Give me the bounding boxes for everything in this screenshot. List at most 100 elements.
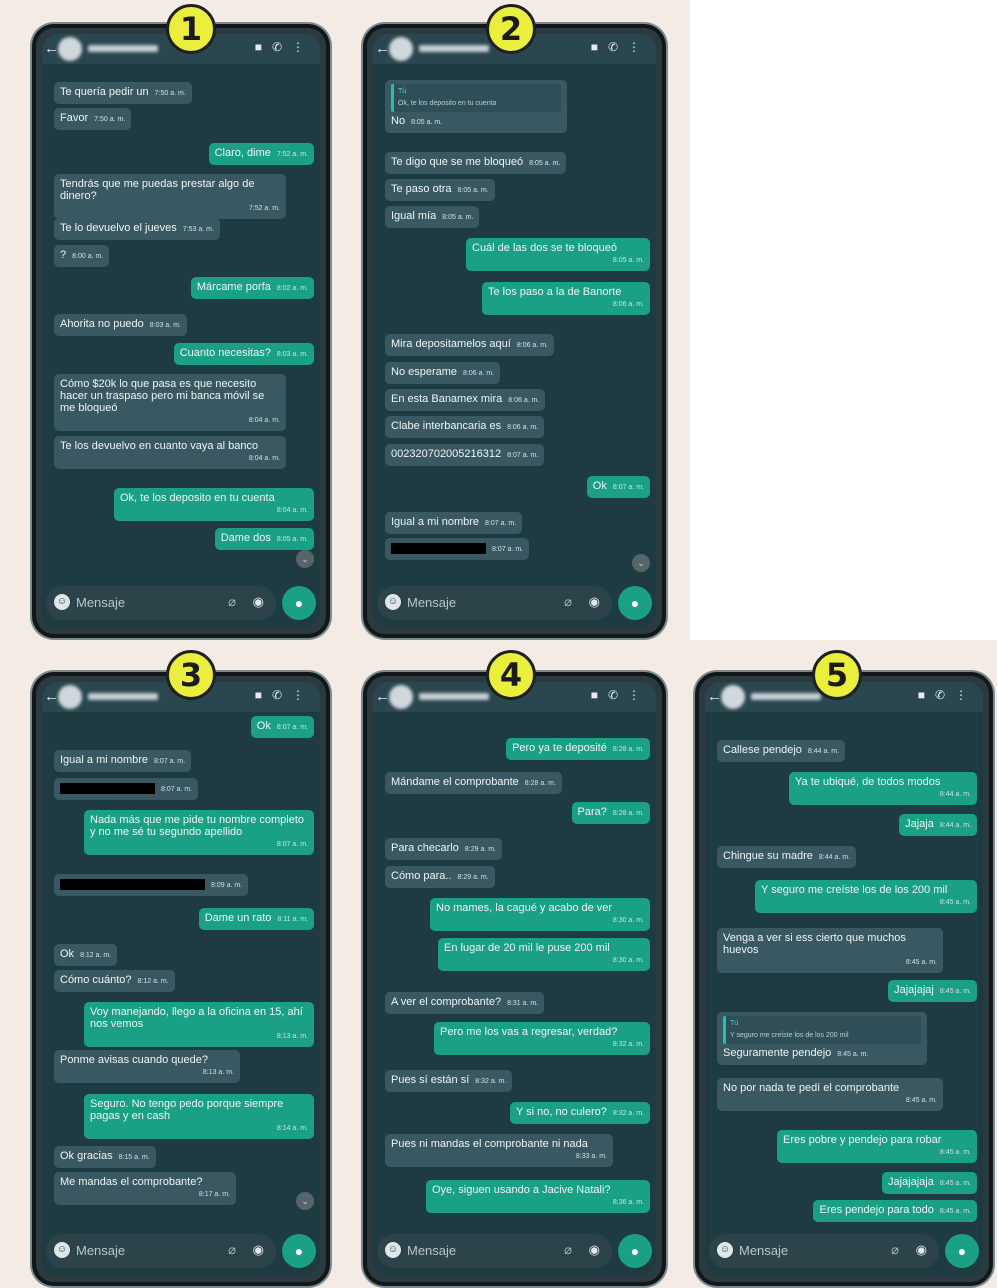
message-incoming: Favor 7:50 a. m. — [54, 108, 132, 130]
camera-icon[interactable]: ◉ — [253, 594, 264, 610]
redaction-bar — [60, 782, 155, 794]
microphone-icon[interactable]: ● — [618, 586, 652, 620]
message-input[interactable]: ☺ Mensaje ⌀ ◉ — [46, 586, 276, 620]
contact-name-redacted[interactable] — [88, 693, 158, 700]
message-incoming: Igual mía 8:05 a. m. — [385, 206, 480, 228]
message-incoming: Te lo devuelvo el jueves 7:53 a. m. — [54, 218, 220, 240]
contact-avatar[interactable] — [721, 685, 745, 709]
message-text: Cuál de las dos se te bloqueó — [472, 242, 617, 254]
camera-icon[interactable]: ◉ — [916, 1242, 927, 1258]
contact-name-redacted[interactable] — [419, 693, 489, 700]
attach-icon[interactable]: ⌀ — [228, 1242, 236, 1258]
more-options-icon[interactable]: ⋮ — [292, 688, 314, 702]
message-text: Ponme avisas cuando quede? — [60, 1054, 208, 1066]
message-outgoing: Para? 8:28 a. m. — [571, 802, 650, 824]
contact-avatar[interactable] — [389, 37, 413, 61]
contact-name-redacted[interactable] — [88, 45, 158, 52]
video-call-icon[interactable]: ■ — [918, 688, 935, 702]
voice-call-icon[interactable]: ✆ — [608, 40, 628, 54]
attach-icon[interactable]: ⌀ — [891, 1242, 899, 1258]
contact-avatar[interactable] — [58, 685, 82, 709]
header-icons: ■✆⋮ — [591, 40, 650, 54]
message-text: Jajaja — [905, 818, 934, 830]
emoji-icon[interactable]: ☺ — [717, 1242, 733, 1258]
message-time: 8:03 a. m. — [276, 351, 308, 358]
more-options-icon[interactable]: ⋮ — [292, 40, 314, 54]
contact-avatar[interactable] — [58, 37, 82, 61]
back-arrow-icon[interactable]: ← — [375, 688, 390, 705]
composer-bar: ☺ Mensaje ⌀ ◉ ● — [377, 586, 652, 620]
emoji-icon[interactable]: ☺ — [385, 1242, 401, 1258]
message-text: Te los paso a la de Banorte — [488, 286, 622, 298]
phone-screenshot-4: ← ■✆⋮ Pero ya te deposité 8:28 a. m. Mánd… — [363, 672, 666, 1286]
video-call-icon[interactable]: ■ — [255, 688, 272, 702]
message-text: Eres pendejo para todo — [819, 1204, 934, 1216]
camera-icon[interactable]: ◉ — [253, 1242, 264, 1258]
message-time: 8:30 a. m. — [612, 917, 644, 924]
message-outgoing: Claro, dime 7:52 a. m. — [208, 143, 314, 165]
message-time: 8:28 a. m. — [612, 810, 644, 817]
back-arrow-icon[interactable]: ← — [44, 40, 59, 57]
message-time: 8:36 a. m. — [612, 1199, 644, 1206]
back-arrow-icon[interactable]: ← — [44, 688, 59, 705]
message-input[interactable]: ☺ Mensaje ⌀ ◉ — [377, 1234, 612, 1268]
attach-icon[interactable]: ⌀ — [564, 594, 572, 610]
camera-icon[interactable]: ◉ — [589, 594, 600, 610]
more-options-icon[interactable]: ⋮ — [955, 688, 977, 702]
step-badge-5: 5 — [812, 650, 862, 700]
message-time: 8:07 a. m. — [161, 786, 193, 793]
message-input[interactable]: ☺ Mensaje ⌀ ◉ — [709, 1234, 939, 1268]
microphone-icon[interactable]: ● — [945, 1234, 979, 1268]
step-badge-4: 4 — [486, 650, 536, 700]
message-time: 8:05 a. m. — [276, 536, 308, 543]
more-options-icon[interactable]: ⋮ — [628, 688, 650, 702]
scroll-down-icon[interactable]: ⌄ — [296, 550, 314, 568]
microphone-icon[interactable]: ● — [282, 586, 316, 620]
contact-name-redacted[interactable] — [751, 693, 821, 700]
microphone-icon[interactable]: ● — [618, 1234, 652, 1268]
scroll-down-icon[interactable]: ⌄ — [632, 554, 650, 572]
message-incoming: Te los devuelvo en cuanto vaya al banco 8… — [54, 436, 286, 469]
voice-call-icon[interactable]: ✆ — [272, 40, 292, 54]
message-text: Ahorita no puedo — [60, 318, 144, 330]
emoji-icon[interactable]: ☺ — [54, 594, 70, 610]
scroll-down-icon[interactable]: ⌄ — [296, 1192, 314, 1210]
message-incoming: Tendrás que me puedas prestar algo de di… — [54, 174, 286, 219]
message-incoming-redacted: 8:07 a. m. — [54, 778, 199, 800]
message-incoming: Te digo que se me bloqueó 8:05 a. m. — [385, 152, 567, 174]
contact-avatar[interactable] — [389, 685, 413, 709]
video-call-icon[interactable]: ■ — [591, 688, 608, 702]
attach-icon[interactable]: ⌀ — [564, 1242, 572, 1258]
message-placeholder: Mensaje — [76, 595, 126, 610]
header-icons: ■✆⋮ — [591, 688, 650, 702]
voice-call-icon[interactable]: ✆ — [935, 688, 955, 702]
camera-icon[interactable]: ◉ — [589, 1242, 600, 1258]
attach-icon[interactable]: ⌀ — [228, 594, 236, 610]
voice-call-icon[interactable]: ✆ — [272, 688, 292, 702]
emoji-icon[interactable]: ☺ — [54, 1242, 70, 1258]
back-arrow-icon[interactable]: ← — [707, 688, 722, 705]
message-input[interactable]: ☺ Mensaje ⌀ ◉ — [46, 1234, 276, 1268]
message-time: 8:12 a. m. — [137, 978, 169, 985]
more-options-icon[interactable]: ⋮ — [628, 40, 650, 54]
emoji-icon[interactable]: ☺ — [385, 594, 401, 610]
message-text: Y si no, no culero? — [515, 1106, 607, 1118]
message-input[interactable]: ☺ Mensaje ⌀ ◉ — [377, 586, 612, 620]
chat-screen: ← ■✆⋮ Ok 8:07 a. m. Igual a mi nombre 8:07… — [42, 682, 320, 1276]
message-time: 8:44 a. m. — [939, 822, 971, 829]
video-call-icon[interactable]: ■ — [591, 40, 608, 54]
voice-call-icon[interactable]: ✆ — [608, 688, 628, 702]
message-text: Pero ya te deposité — [512, 742, 607, 754]
message-text: Te digo que se me bloqueó — [391, 156, 524, 168]
quoted-message[interactable]: Tú Ok, te los deposito en tu cuenta — [391, 84, 561, 112]
contact-name-redacted[interactable] — [419, 45, 489, 52]
message-outgoing: Cuanto necesitas? 8:03 a. m. — [173, 343, 314, 365]
message-time: 8:15 a. m. — [118, 1154, 150, 1161]
phone-screenshot-3: ← ■✆⋮ Ok 8:07 a. m. Igual a mi nombre 8:07… — [32, 672, 330, 1286]
message-time: 8:29 a. m. — [464, 846, 497, 853]
back-arrow-icon[interactable]: ← — [375, 40, 390, 57]
video-call-icon[interactable]: ■ — [255, 40, 272, 54]
microphone-icon[interactable]: ● — [282, 1234, 316, 1268]
message-time: 8:05 a. m. — [612, 257, 644, 264]
quoted-message[interactable]: Tú Y seguro me creíste los de los 200 mil — [723, 1016, 921, 1044]
